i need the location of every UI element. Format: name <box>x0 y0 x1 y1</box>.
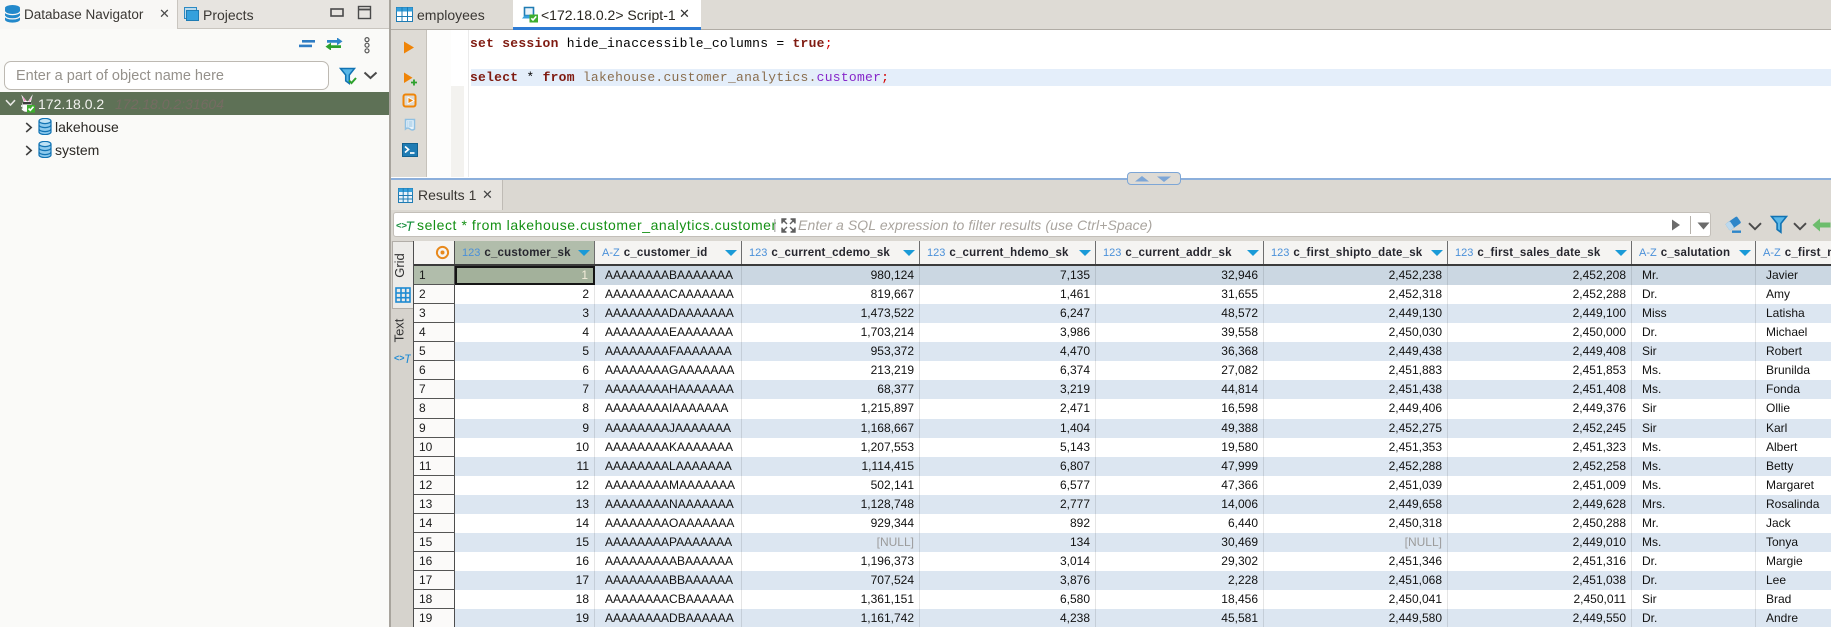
svg-text:T: T <box>406 219 416 234</box>
svg-text:<>: <> <box>394 353 405 363</box>
svg-text:T: T <box>404 352 411 365</box>
